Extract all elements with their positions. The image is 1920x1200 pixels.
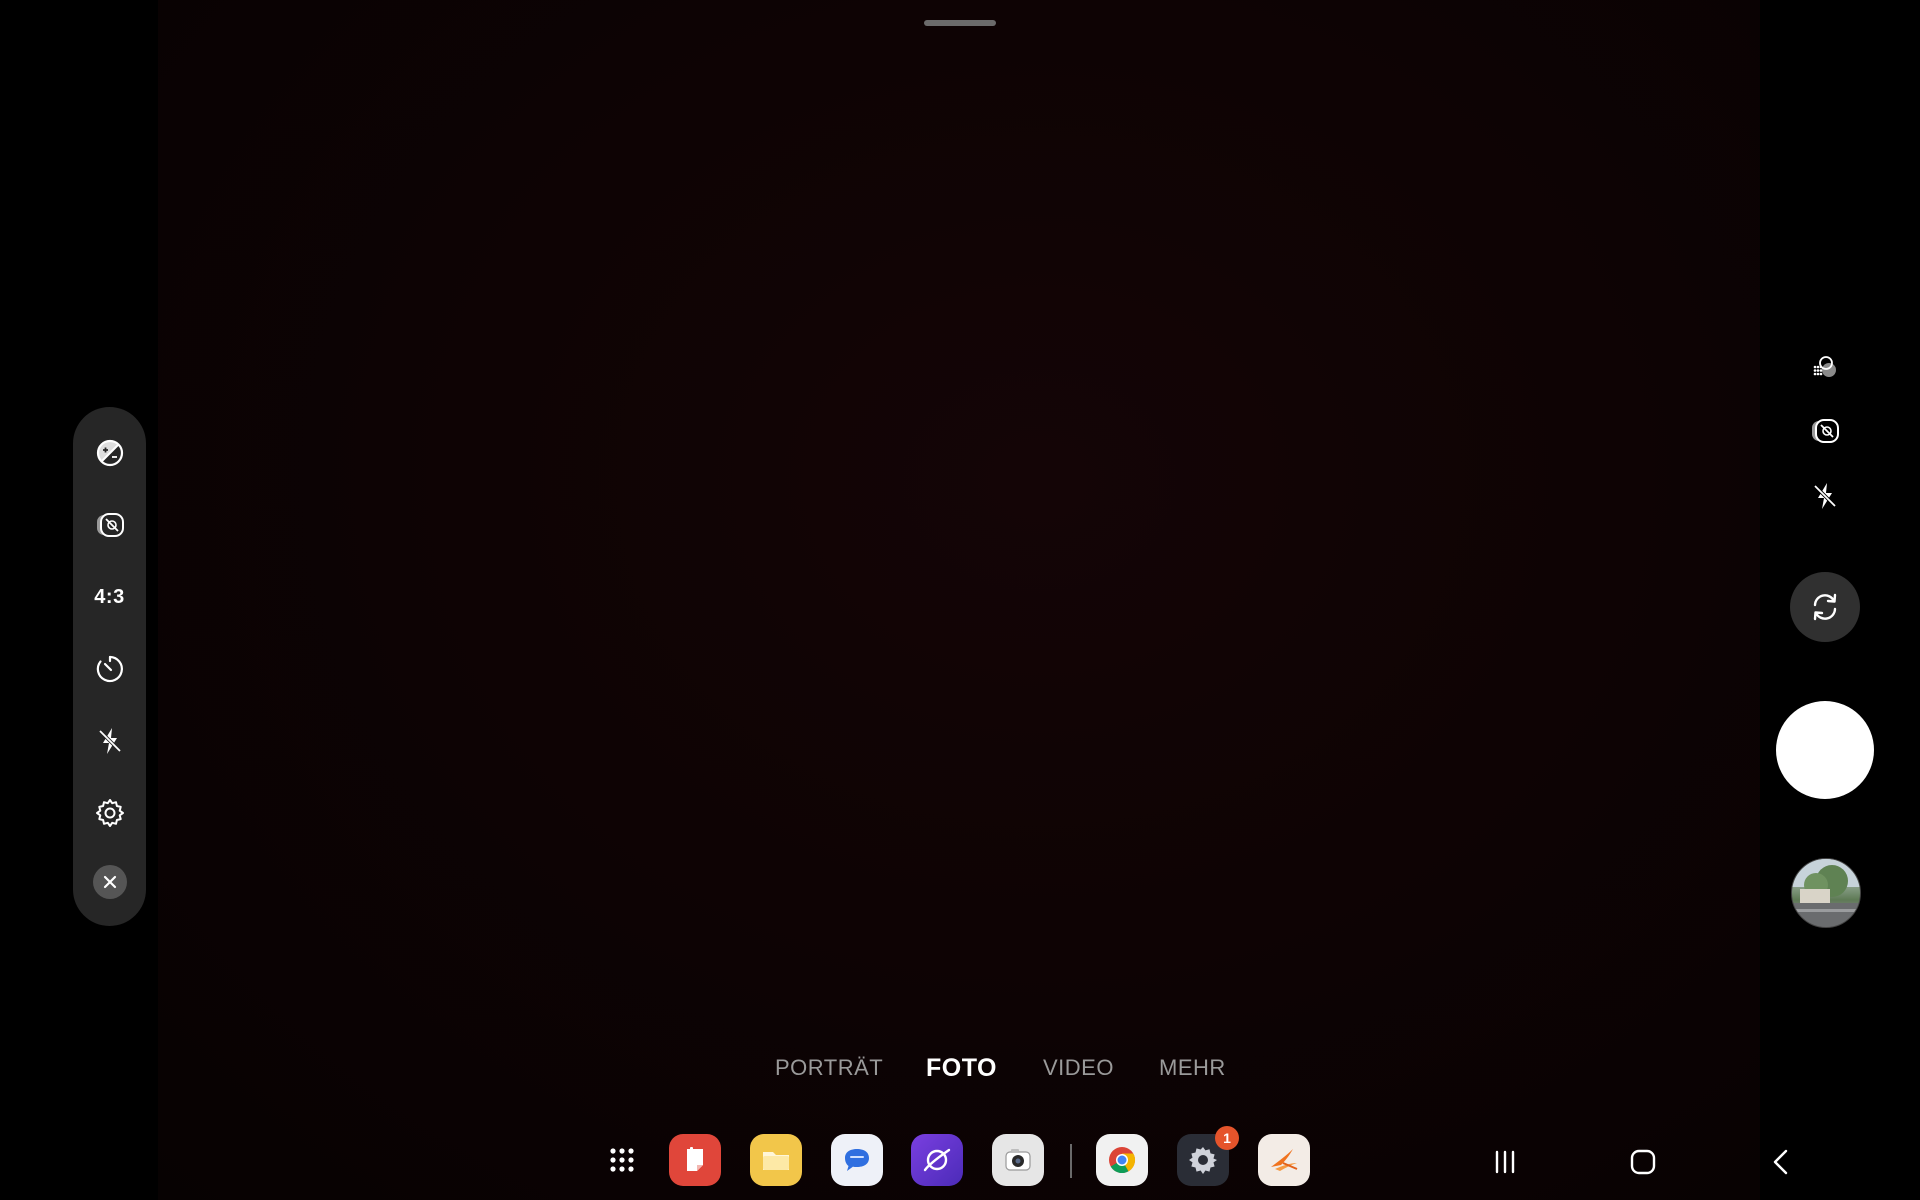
gallery-preview-image	[1792, 859, 1860, 927]
aspect-ratio-label: 4:3	[94, 585, 125, 608]
camera-icon	[1005, 1149, 1031, 1171]
viewfinder[interactable]	[158, 0, 1760, 1200]
close-icon	[103, 875, 116, 889]
flash-off-icon	[98, 728, 121, 754]
back-icon	[1773, 1149, 1788, 1175]
motion-photo-toggle[interactable]	[1800, 406, 1850, 456]
app-drawer-button[interactable]	[596, 1134, 648, 1186]
exposure-icon	[96, 439, 123, 467]
home-button[interactable]	[1621, 1140, 1665, 1184]
gallery-thumbnail[interactable]	[1791, 858, 1861, 928]
orange-swoosh-icon	[1271, 1149, 1298, 1171]
folder-icon	[763, 1152, 789, 1170]
chrome-app[interactable]	[1096, 1134, 1148, 1186]
switch-camera-icon	[1813, 593, 1837, 621]
aspect-ratio-button[interactable]: 4:3	[73, 569, 146, 625]
settings-icon	[95, 799, 124, 827]
internet-app[interactable]	[911, 1134, 963, 1186]
messages-app[interactable]	[831, 1134, 883, 1186]
flash-toggle[interactable]	[1800, 471, 1850, 521]
mode-video[interactable]: VIDEO	[1043, 1055, 1114, 1081]
mode-selector: PORTRÄT FOTO VIDEO MEHR	[0, 1054, 1920, 1095]
mode-portrait[interactable]: PORTRÄT	[775, 1055, 883, 1081]
motion-photo-button[interactable]	[73, 497, 146, 553]
settings-button[interactable]	[73, 785, 146, 841]
timer-button[interactable]	[73, 641, 146, 697]
exposure-button[interactable]	[73, 425, 146, 481]
drag-handle[interactable]	[924, 20, 996, 26]
camera-app[interactable]	[992, 1134, 1044, 1186]
files-app[interactable]	[750, 1134, 802, 1186]
filters-button[interactable]	[1800, 342, 1850, 392]
timer-icon	[96, 655, 123, 683]
settings-gear-icon	[1189, 1147, 1217, 1174]
settings-app[interactable]: 1	[1177, 1126, 1239, 1186]
taskbar: 1	[0, 1126, 1920, 1190]
apps-grid-icon	[610, 1148, 634, 1172]
close-panel-button[interactable]	[73, 854, 146, 910]
shutter-button[interactable]	[1776, 701, 1874, 799]
camera-screen: 4:3 PORTRÄT FOTO VIDEO MEHR 1	[0, 0, 1920, 1200]
chrome-icon	[1109, 1147, 1136, 1174]
flash-off-icon	[1813, 483, 1837, 509]
motion-photo-icon	[96, 513, 124, 537]
mode-more[interactable]: MEHR	[1159, 1055, 1226, 1081]
taskbar-separator	[1070, 1144, 1072, 1178]
switch-camera-button[interactable]	[1790, 572, 1860, 642]
recents-icon	[1495, 1150, 1515, 1174]
chat-bubble-icon	[845, 1149, 869, 1171]
motion-photo-off-icon	[1812, 419, 1839, 443]
recents-button[interactable]	[1483, 1140, 1527, 1184]
flash-button[interactable]	[73, 713, 146, 769]
planet-icon	[923, 1148, 951, 1172]
filters-icon	[1813, 356, 1836, 377]
close-button-circle	[92, 865, 127, 899]
notes-icon	[687, 1147, 703, 1171]
mode-photo[interactable]: FOTO	[926, 1054, 997, 1083]
other-app[interactable]	[1258, 1134, 1310, 1186]
notes-app[interactable]	[669, 1134, 721, 1186]
notification-badge: 1	[1215, 1126, 1239, 1150]
quick-settings-panel: 4:3	[73, 407, 146, 926]
back-button[interactable]	[1759, 1140, 1803, 1184]
home-icon	[1630, 1149, 1656, 1175]
